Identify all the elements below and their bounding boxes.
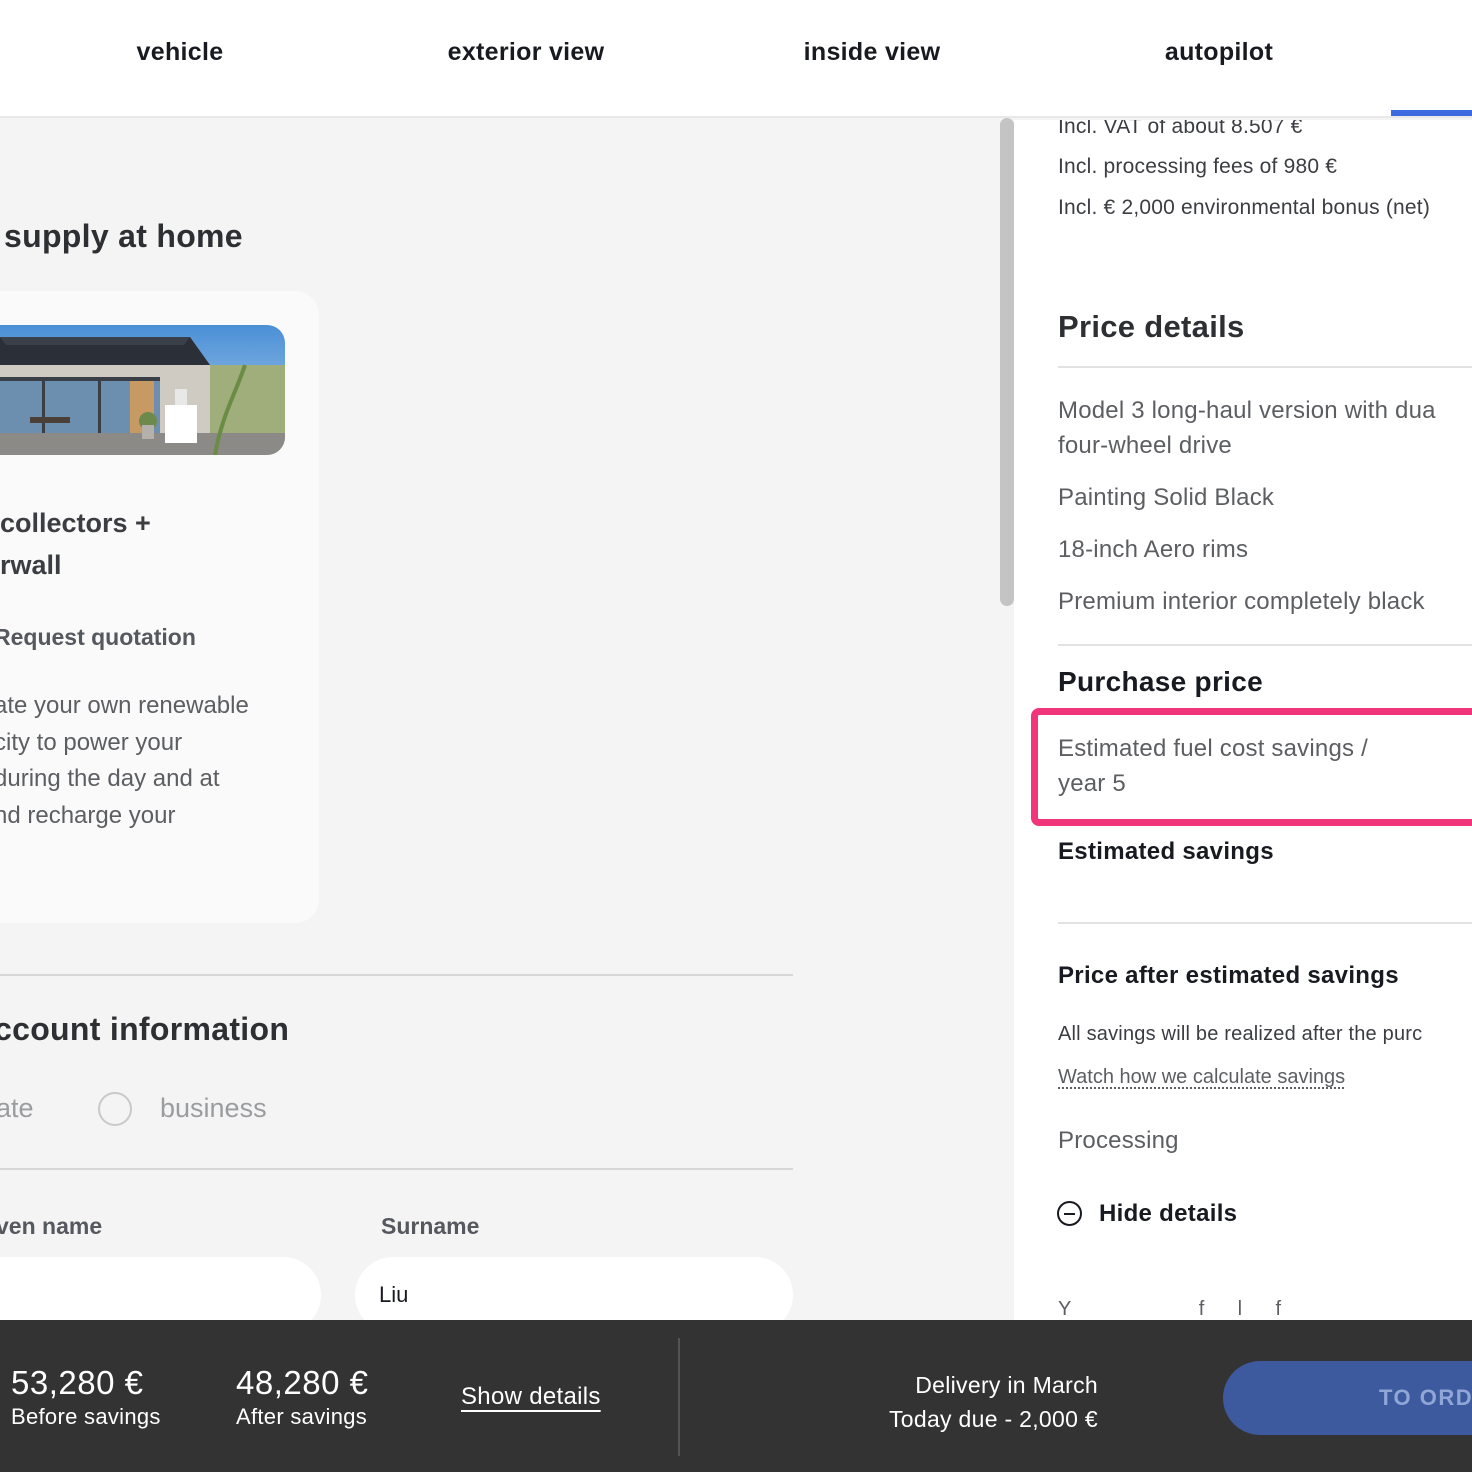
price-details-divider (1058, 366, 1472, 368)
processing-label: Processing (1058, 1127, 1179, 1154)
calculate-savings-link[interactable]: Watch how we calculate savings (1058, 1066, 1345, 1089)
after-savings-label: After savings (236, 1404, 368, 1429)
delivery-date: Delivery in March (915, 1372, 1098, 1398)
tab-exterior-view[interactable]: exterior view (448, 38, 605, 67)
top-navigation: vehicle exterior view inside view autopi… (0, 0, 1472, 118)
price-item-paint: Painting Solid Black (1058, 484, 1275, 511)
order-button[interactable]: TO ORD (1223, 1361, 1472, 1435)
purchase-price-label: Purchase price (1058, 666, 1263, 697)
surname-label: Surname (381, 1213, 480, 1239)
items-divider (1058, 644, 1472, 646)
truncated-text: Y f l f (1058, 1298, 1282, 1320)
price-item-rims: 18-inch Aero rims (1058, 536, 1249, 563)
bar-divider (678, 1338, 680, 1456)
bottom-summary-bar: 53,280 € Before savings 48,280 € After s… (0, 1320, 1472, 1472)
vat-note: Incl. VAT of about 8.507 € (1058, 120, 1303, 138)
price-before-savings: 53,280 € (11, 1364, 144, 1401)
hide-details-button[interactable]: Hide details (1099, 1200, 1237, 1228)
estimated-savings-label: Estimated savings (1058, 838, 1274, 865)
account-type-business-radio[interactable] (98, 1092, 132, 1126)
price-after-savings: 48,280 € (236, 1364, 369, 1401)
savings-divider (1058, 922, 1472, 924)
show-details-link[interactable]: Show details (461, 1383, 601, 1411)
price-details-title: Price details (1058, 309, 1245, 344)
tab-autopilot[interactable]: autopilot (1165, 38, 1273, 67)
account-divider (0, 1168, 793, 1170)
section-title: supply at home (4, 218, 243, 254)
fuel-savings-label: Estimated fuel cost savings / year 5 (1058, 735, 1368, 797)
price-item-model: Model 3 long-haul version with dua four-… (1058, 397, 1436, 459)
solar-home-image (0, 325, 285, 455)
savings-realization-note: All savings will be realized after the p… (1058, 1023, 1423, 1045)
price-item-interior: Premium interior completely black (1058, 588, 1425, 615)
surname-input[interactable] (355, 1257, 793, 1320)
given-name-label: ven name (0, 1213, 103, 1239)
solar-offer-description: ate your own renewable city to power you… (0, 692, 249, 865)
processing-fee-note: Incl. processing fees of 980 € (1058, 155, 1338, 178)
account-type-private-label[interactable]: ate (0, 1093, 34, 1124)
environmental-bonus-note: Incl. € 2,000 environmental bonus (net) (1058, 196, 1431, 219)
given-name-input[interactable] (0, 1257, 321, 1320)
solar-offer-title: collectors + rwall (0, 508, 151, 580)
tab-vehicle[interactable]: vehicle (137, 38, 224, 67)
price-after-savings-title: Price after estimated savings (1058, 962, 1399, 989)
tab-inside-view[interactable]: inside view (804, 38, 941, 67)
account-type-business-label[interactable]: business (160, 1093, 267, 1124)
minus-circle-icon[interactable] (1057, 1201, 1082, 1226)
configurator-main: supply at home collectors + rwall Reques… (0, 120, 1000, 1320)
request-quotation-link[interactable]: Request quotation (0, 624, 196, 651)
section-divider (0, 974, 793, 976)
before-savings-label: Before savings (11, 1404, 161, 1429)
scrollbar-thumb[interactable] (1000, 118, 1014, 606)
account-information-title: ccount information (0, 1011, 290, 1047)
active-tab-indicator (1391, 110, 1472, 116)
price-summary-panel: Incl. VAT of about 8.507 € Incl. process… (1014, 120, 1472, 1320)
today-due-amount: Today due - 2,000 € (888, 1406, 1098, 1432)
